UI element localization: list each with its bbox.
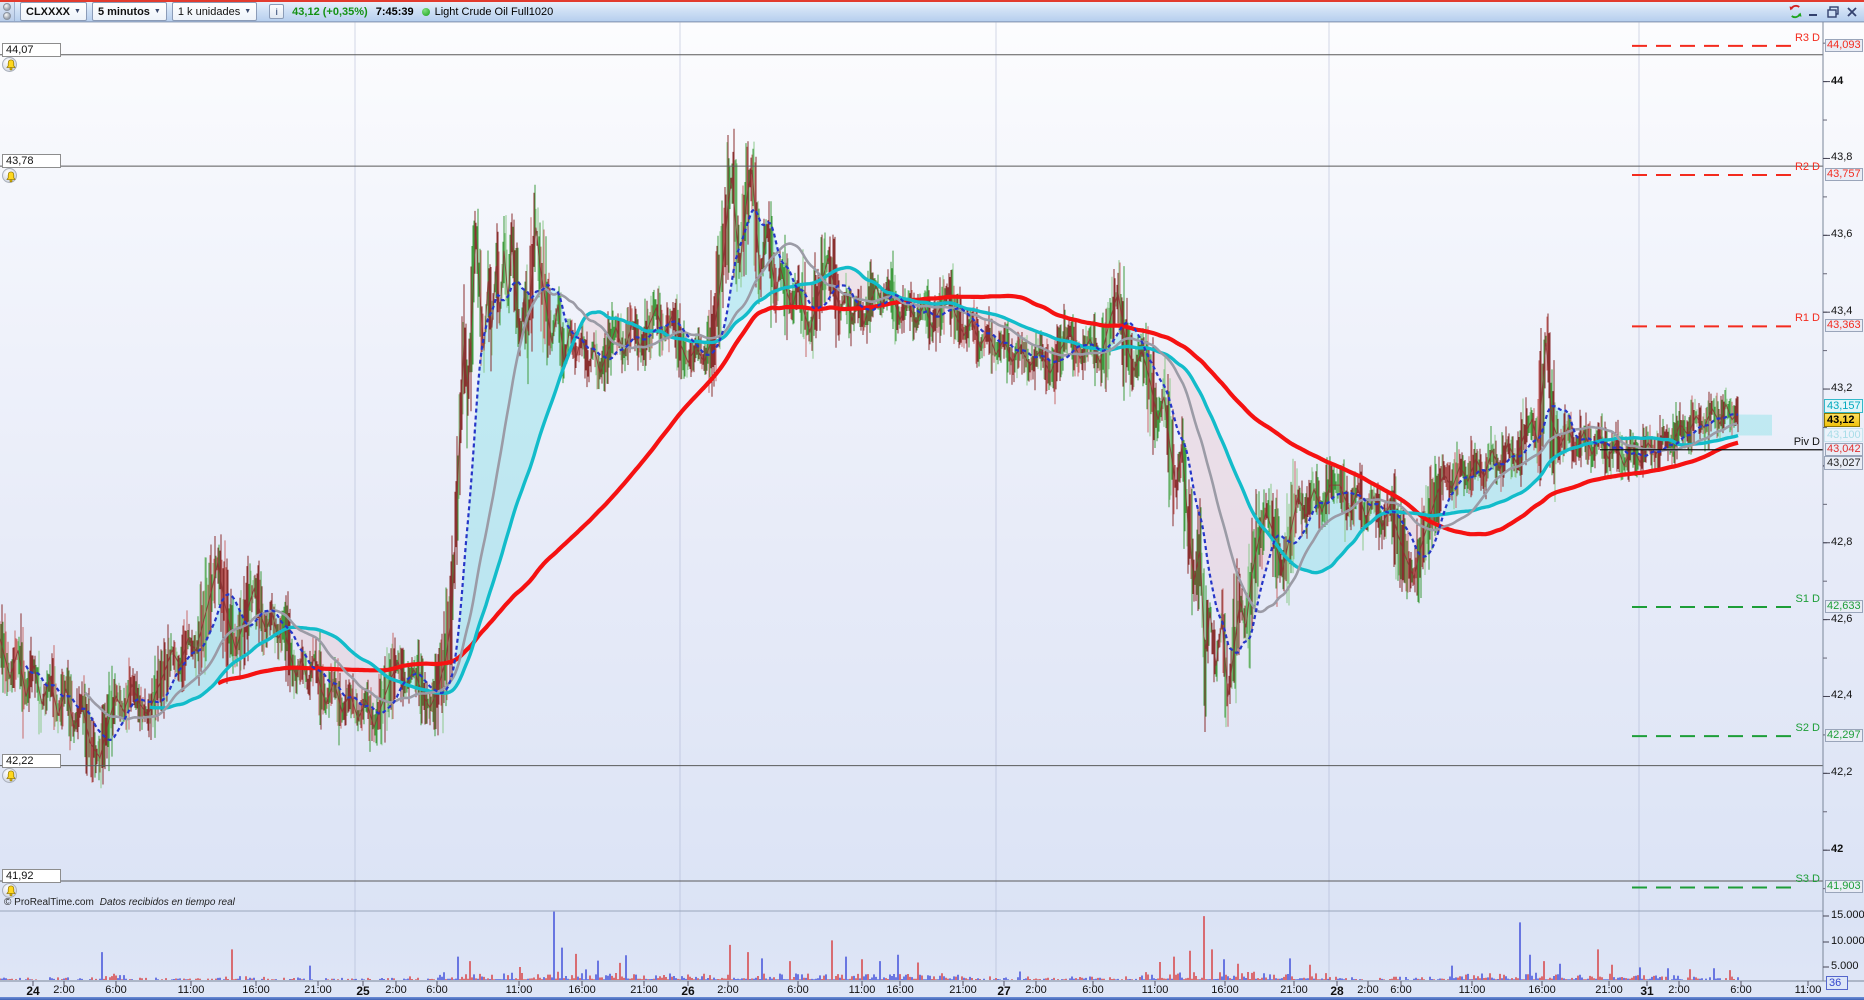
chart-canvas[interactable] [0, 0, 1864, 1000]
refresh-icon[interactable] [1787, 4, 1803, 20]
candles-layer [0, 146, 1733, 783]
panel-grip-icon[interactable] [0, 2, 15, 21]
last-quote: 43,12 (+0,35%) [292, 5, 368, 18]
units-value: 1 k unidades [177, 5, 241, 18]
chart-window: CLXXXX ▼ 5 minutos ▼ 1 k unidades ▼ i 43… [0, 0, 1864, 1000]
quote-time: 7:45:39 [375, 5, 414, 18]
units-dropdown[interactable]: 1 k unidades ▼ [171, 2, 258, 21]
timeframe-dropdown[interactable]: 5 minutos ▼ [91, 2, 167, 21]
info-icon[interactable]: i [269, 4, 285, 19]
volume-bars-up [1, 911, 1739, 980]
instrument-dropdown[interactable]: CLXXXX ▼ [20, 2, 87, 21]
close-icon[interactable] [1844, 4, 1860, 20]
copyright-notice: © ProRealTime.com Datos recibidos en tiem… [4, 897, 235, 908]
instrument-name: Light Crude Oil Full1020 [434, 5, 554, 18]
chevron-down-icon: ▼ [153, 8, 161, 15]
restore-button[interactable] [1825, 4, 1841, 20]
volume-bars-down [0, 916, 1735, 980]
chevron-down-icon: ▼ [244, 8, 252, 15]
realtime-status-icon [421, 7, 430, 16]
minimize-button[interactable] [1806, 4, 1822, 20]
toolbar: CLXXXX ▼ 5 minutos ▼ 1 k unidades ▼ i 43… [0, 0, 1864, 22]
chevron-down-icon: ▼ [74, 8, 81, 15]
feed-status-text: Datos recibidos en tiempo real [99, 897, 235, 908]
timeframe-value: 5 minutos [97, 5, 150, 18]
copyright-brand: © ProRealTime.com [4, 897, 94, 908]
instrument-code: CLXXXX [26, 5, 71, 18]
